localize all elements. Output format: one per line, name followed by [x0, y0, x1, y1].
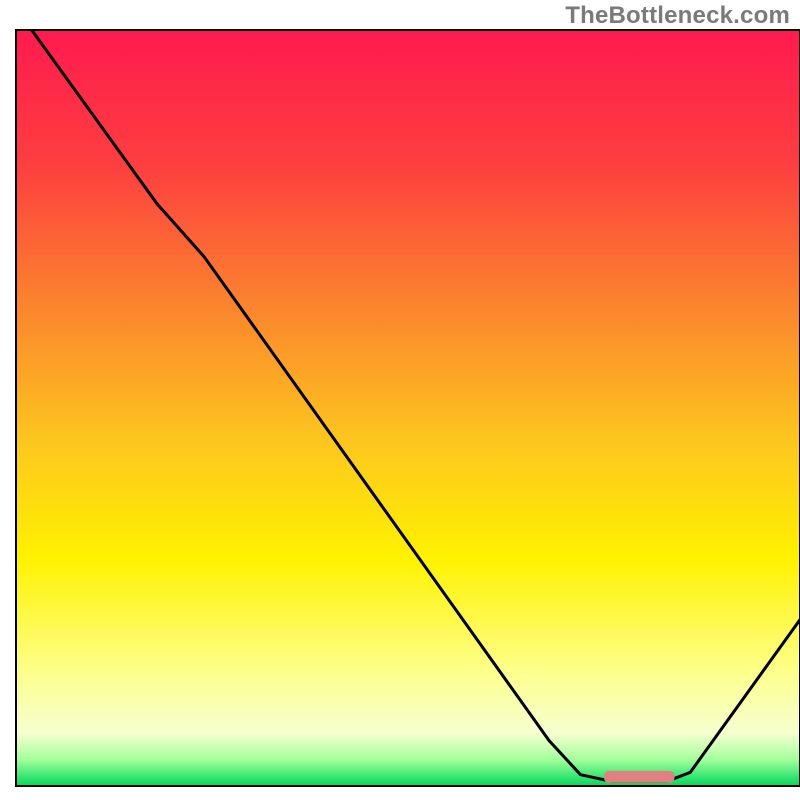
watermark-label: TheBottleneck.com — [565, 2, 790, 30]
chart-container: TheBottleneck.com — [0, 0, 800, 800]
plot-background — [16, 30, 800, 786]
bottleneck-plot — [0, 0, 800, 800]
optimal-zone-marker — [604, 771, 675, 783]
